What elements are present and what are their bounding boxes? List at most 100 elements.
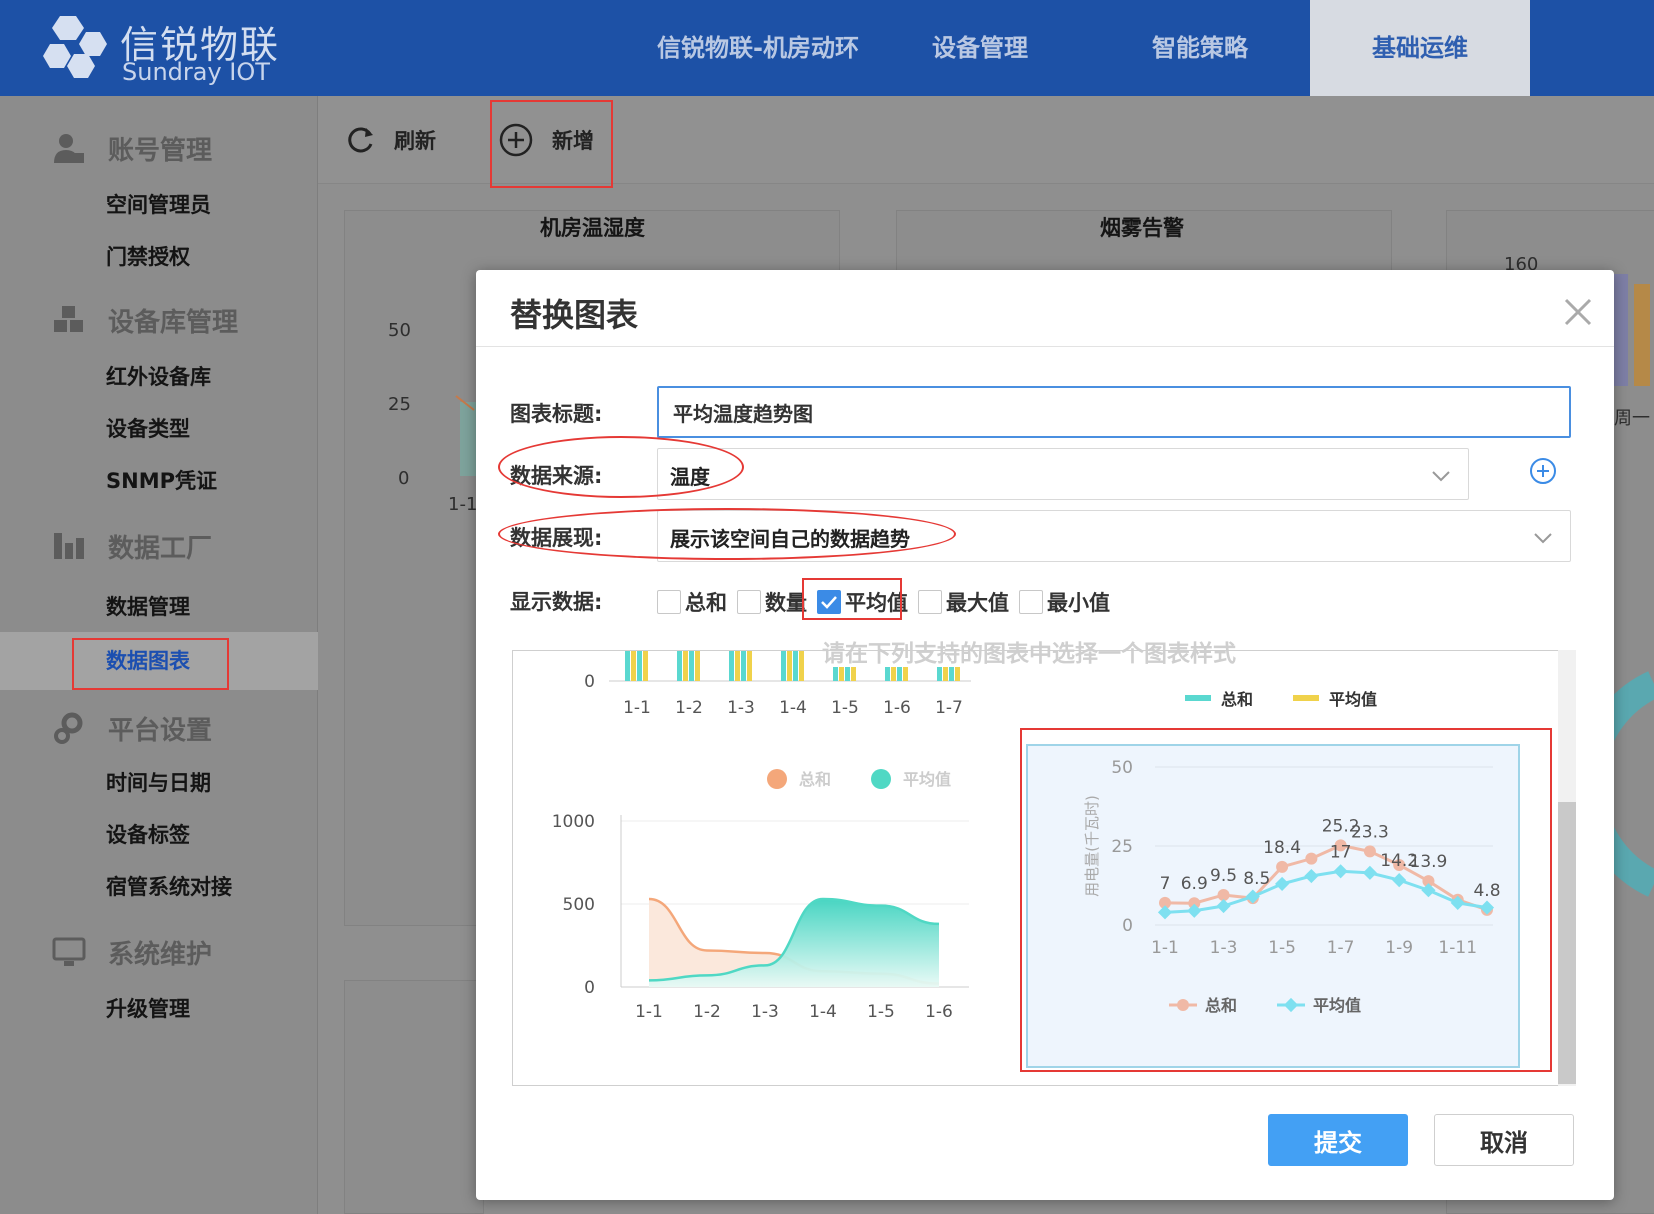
chart-icon xyxy=(54,533,84,559)
checkbox-box xyxy=(1019,590,1043,614)
annotation-box-data-chart xyxy=(72,638,229,690)
bar-x-tick: 1-6 xyxy=(883,698,911,718)
brand-logo-icon xyxy=(43,16,107,78)
sidebar-item-date-time[interactable]: 时间与日期 xyxy=(106,768,211,798)
area-legend-label: 平均值 xyxy=(903,770,951,789)
bg-axis-tick: 50 xyxy=(388,320,411,341)
cancel-button[interactable]: 取消 xyxy=(1434,1114,1574,1166)
sidebar-item-dorm-system[interactable]: 宿管系统对接 xyxy=(106,872,232,902)
brand-name-en: Sundray IOT xyxy=(122,58,270,86)
sidebar-item-device-tags[interactable]: 设备标签 xyxy=(106,820,190,850)
bar-mark xyxy=(955,667,960,681)
bar-mark xyxy=(787,651,792,681)
bar-mark xyxy=(845,667,850,681)
chart-title-input[interactable] xyxy=(657,386,1571,438)
preview-scrollbar[interactable] xyxy=(1558,650,1576,1086)
refresh-icon xyxy=(348,127,373,153)
area-x-tick: 1-3 xyxy=(751,1002,779,1022)
sidebar-item-ir-library[interactable]: 红外设备库 xyxy=(106,362,211,392)
gears-icon xyxy=(54,712,83,744)
bar-mark xyxy=(683,651,688,681)
bar-mark xyxy=(637,651,642,681)
close-icon[interactable] xyxy=(1560,294,1596,330)
scrollbar-thumb[interactable] xyxy=(1558,802,1576,1084)
add-data-source-icon[interactable] xyxy=(1528,456,1558,486)
area-y-tick: 500 xyxy=(563,895,595,915)
checkbox-label: 数量 xyxy=(765,591,807,615)
bar-mark xyxy=(897,667,902,681)
monitor-icon xyxy=(52,937,86,966)
sidebar-item-snmp[interactable]: SNMP凭证 xyxy=(106,466,217,496)
show-data-label: 显示数据: xyxy=(510,590,603,614)
bar-mark xyxy=(631,651,636,681)
chart-title-label: 图表标题: xyxy=(510,402,603,426)
area-x-tick: 1-4 xyxy=(809,1002,837,1022)
bar-mark xyxy=(799,651,804,681)
submit-button[interactable]: 提交 xyxy=(1268,1114,1408,1166)
nav-item-smart-strategy[interactable]: 智能策略 xyxy=(1120,0,1280,96)
bar-mark xyxy=(741,651,746,681)
area-x-tick: 1-5 xyxy=(867,1002,895,1022)
chevron-down-icon xyxy=(1432,471,1450,482)
top-header: 信锐物联 Sundray IOT 信锐物联-机房动环 设备管理 智能策略 基础运… xyxy=(0,0,1654,96)
sidebar-item-space-admin[interactable]: 空间管理员 xyxy=(106,190,211,220)
checkbox-label: 总和 xyxy=(685,591,727,615)
annotation-box-line-chart xyxy=(1020,728,1552,1072)
annotation-box-add xyxy=(490,100,613,188)
sidebar-group-device-library[interactable]: 设备库管理 xyxy=(52,298,238,342)
bar-mark xyxy=(781,651,786,681)
bar-mark xyxy=(625,651,630,681)
bar-legend-label: 总和 xyxy=(1221,690,1253,709)
panel-title-temp: 机房温湿度 xyxy=(540,216,645,240)
sidebar-group-data-factory[interactable]: 数据工厂 xyxy=(52,524,212,568)
bar-mark xyxy=(949,667,954,681)
area-legend-swatch xyxy=(871,769,891,789)
sidebar-group-account[interactable]: 账号管理 xyxy=(52,126,212,170)
cubes-icon xyxy=(54,306,83,332)
checkbox-count[interactable]: 数量 xyxy=(737,587,807,617)
sidebar-group-label: 数据工厂 xyxy=(108,533,213,564)
sidebar-group-label: 系统维护 xyxy=(108,939,213,970)
brand-logo[interactable]: 信锐物联 Sundray IOT xyxy=(38,8,318,88)
refresh-button[interactable]: 刷新 xyxy=(344,120,436,160)
bg-axis-x-label: 周一 xyxy=(1614,408,1650,429)
sidebar-item-upgrade[interactable]: 升级管理 xyxy=(106,994,190,1024)
sidebar-group-system-maintenance[interactable]: 系统维护 xyxy=(52,930,212,974)
sidebar-item-door-auth[interactable]: 门禁授权 xyxy=(106,242,190,272)
area-legend-label: 总和 xyxy=(799,770,831,789)
checkbox-max[interactable]: 最大值 xyxy=(918,587,1009,617)
checkbox-sum[interactable]: 总和 xyxy=(657,587,727,617)
sidebar-group-label: 设备库管理 xyxy=(108,307,239,338)
area-x-tick: 1-1 xyxy=(635,1002,663,1022)
dashboard-panel-bottom-left xyxy=(344,980,484,1214)
bar-mark xyxy=(695,651,700,681)
bar-x-tick: 1-2 xyxy=(675,698,703,718)
sidebar-item-data-management[interactable]: 数据管理 xyxy=(106,592,190,622)
bar-mark xyxy=(677,651,682,681)
chevron-down-icon xyxy=(1534,533,1552,544)
bar-mark xyxy=(643,651,648,681)
bar-x-tick: 1-1 xyxy=(623,698,651,718)
bar-mark xyxy=(833,667,838,681)
sidebar-group-platform-settings[interactable]: 平台设置 xyxy=(52,706,212,750)
bar-mark xyxy=(747,651,752,681)
preview-hint-text: 请在下列支持的图表中选择一个图表样式 xyxy=(822,641,1236,667)
bar-x-tick: 1-5 xyxy=(831,698,859,718)
refresh-label: 刷新 xyxy=(394,129,436,153)
bar-mark xyxy=(793,651,798,681)
nav-item-machine-room[interactable]: 信锐物联-机房动环 xyxy=(640,0,876,96)
checkbox-box xyxy=(737,590,761,614)
annotation-box-average xyxy=(802,578,902,620)
checkbox-min[interactable]: 最小值 xyxy=(1019,587,1110,617)
bar-y-tick: 0 xyxy=(584,672,595,692)
bar-x-tick: 1-4 xyxy=(779,698,807,718)
user-icon xyxy=(54,134,84,163)
nav-item-basic-ops[interactable]: 基础运维 xyxy=(1310,0,1530,96)
bar-mark xyxy=(937,667,942,681)
data-source-select[interactable]: 温度 xyxy=(657,448,1469,500)
bar-mark xyxy=(851,667,856,681)
bar-mark xyxy=(885,667,890,681)
sidebar-item-device-type[interactable]: 设备类型 xyxy=(106,414,190,444)
nav-item-device-management[interactable]: 设备管理 xyxy=(900,0,1060,96)
panel-title-smoke: 烟雾告警 xyxy=(1100,216,1184,240)
